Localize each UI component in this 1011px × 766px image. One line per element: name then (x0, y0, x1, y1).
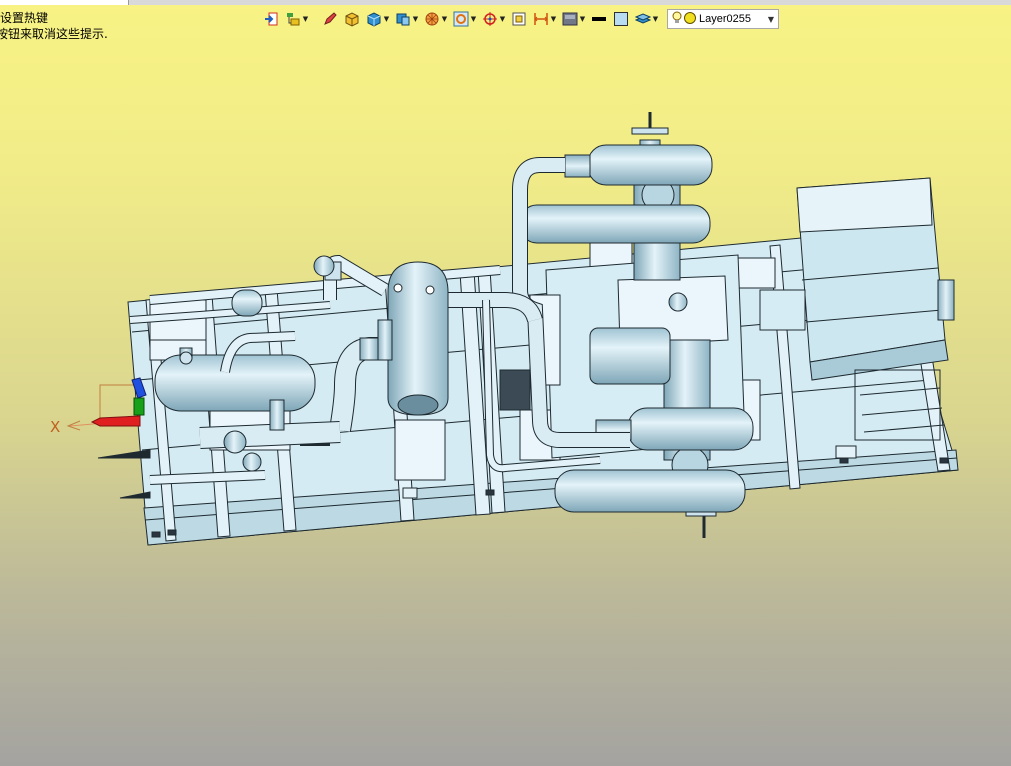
coordinate-axis-triad (66, 377, 147, 431)
3d-viewport[interactable]: X (0, 0, 1011, 766)
x-axis-label: X (50, 418, 60, 436)
